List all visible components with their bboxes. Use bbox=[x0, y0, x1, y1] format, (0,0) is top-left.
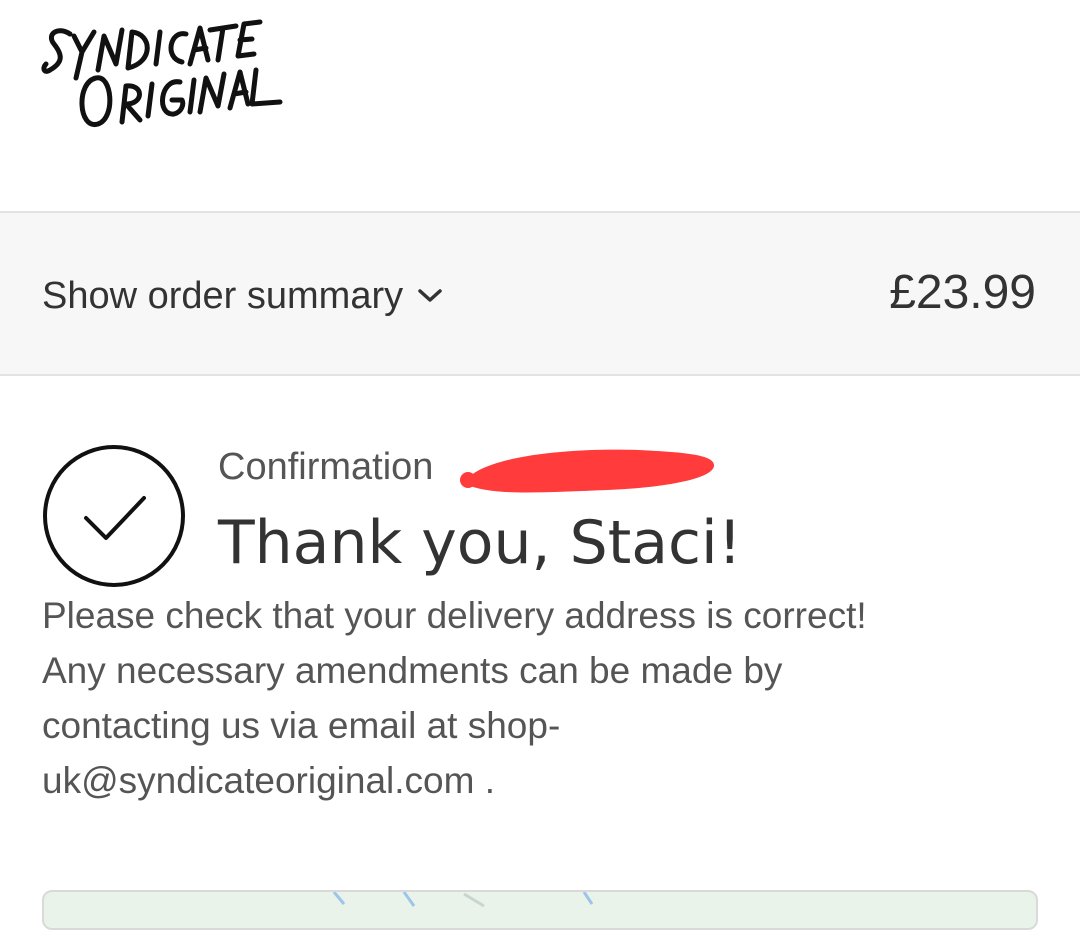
show-order-summary-toggle[interactable]: Show order summary bbox=[42, 271, 445, 321]
redaction-mark bbox=[460, 449, 715, 493]
delivery-address-message: Please check that your delivery address … bbox=[42, 595, 867, 801]
confirmation-label: Confirmation bbox=[218, 445, 434, 488]
store-logo[interactable] bbox=[40, 12, 285, 134]
thank-you-heading: Thank you, Staci! bbox=[218, 508, 742, 578]
order-confirmation-section: Confirmation Thank you, Staci! Please ch… bbox=[0, 378, 1080, 902]
store-header bbox=[0, 0, 1080, 211]
checkmark-circle-icon bbox=[42, 444, 186, 588]
order-summary-label: Show order summary bbox=[42, 274, 404, 317]
syndicate-original-logo bbox=[41, 19, 283, 127]
confirmation-number-line: Confirmation bbox=[218, 442, 715, 493]
map-roads bbox=[332, 892, 594, 908]
shipping-map-preview bbox=[42, 890, 1038, 930]
order-summary-bar[interactable]: Show order summary £23.99 bbox=[0, 211, 1080, 376]
chevron-down-icon bbox=[415, 281, 445, 311]
order-total: £23.99 bbox=[889, 266, 1036, 319]
